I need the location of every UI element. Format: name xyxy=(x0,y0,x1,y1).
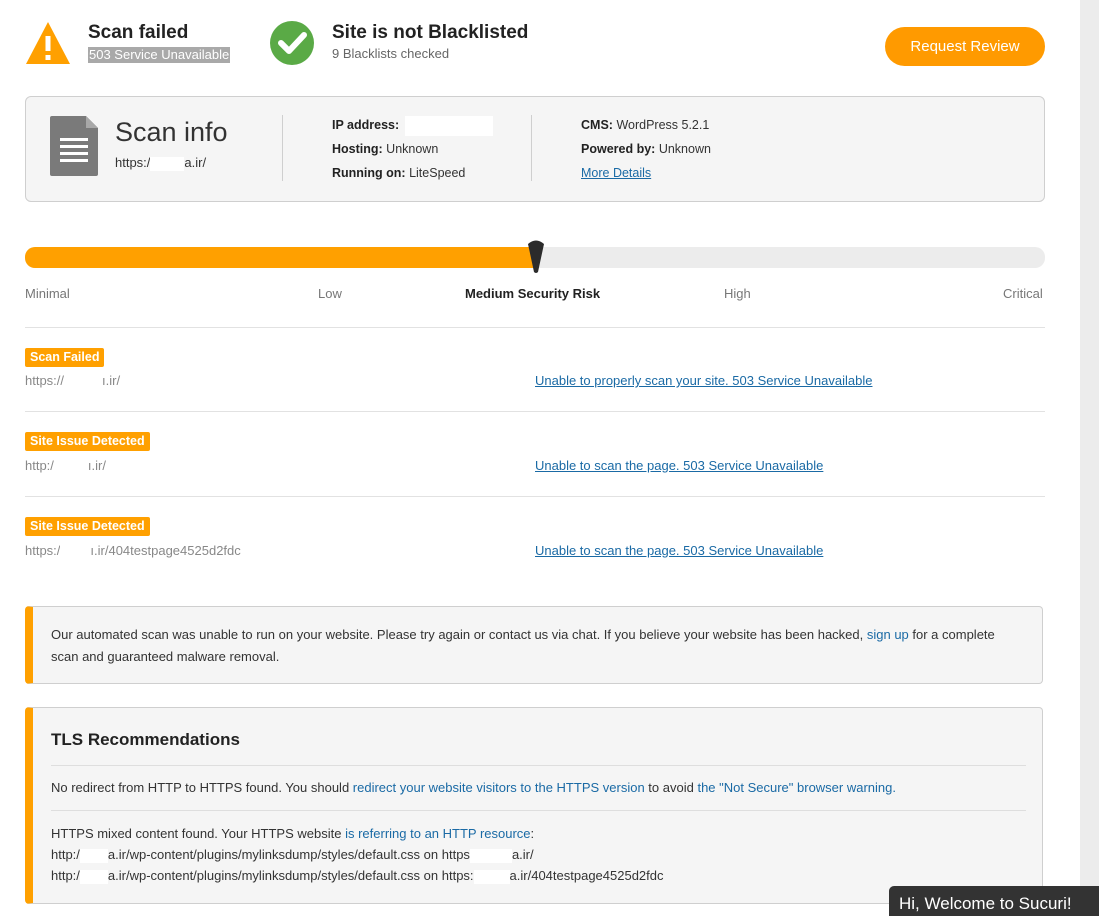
redaction xyxy=(404,115,493,136)
status-header: Scan failed 503 Service Unavailable Site… xyxy=(25,20,1045,70)
risk-label-minimal: Minimal xyxy=(25,286,70,301)
issue-url-suffix: ı.ir/404testpage4525d2fdc xyxy=(90,543,241,558)
issue-url-prefix: http:/ xyxy=(25,458,54,473)
url-suffix: a.ir/ xyxy=(184,155,207,170)
issue-badge: Site Issue Detected xyxy=(25,432,150,451)
cms-value: WordPress 5.2.1 xyxy=(616,118,710,132)
more-details-link[interactable]: More Details xyxy=(581,166,651,180)
scan-info-title: Scan info xyxy=(115,117,228,147)
hosting-label: Hosting: xyxy=(332,142,383,156)
tls-text: HTTPS mixed content found. Your HTTPS we… xyxy=(51,826,346,841)
scan-info-card: Scan info https:/ a.ir/ IP address: Hosti… xyxy=(25,96,1045,202)
powered-by-value: Unknown xyxy=(658,142,711,156)
divider xyxy=(531,115,532,181)
issue-badge: Site Issue Detected xyxy=(25,517,150,536)
document-icon xyxy=(50,116,98,176)
http-resource-link[interactable]: is referring to an HTTP resource xyxy=(345,826,530,841)
running-on-value: LiteSpeed xyxy=(409,166,466,180)
tls-text: : xyxy=(530,826,535,841)
risk-label-high: High xyxy=(724,286,751,301)
cms-label: CMS: xyxy=(581,118,613,132)
issue-badge: Scan Failed xyxy=(25,348,105,367)
issue-message-link[interactable]: Unable to scan the page. 503 Service Una… xyxy=(535,543,823,558)
tls-recommendations-box: TLS Recommendations No redirect from HTT… xyxy=(25,707,1043,904)
cms-info: CMS: WordPress 5.2.1 Powered by: Unknown… xyxy=(581,113,711,185)
warning-icon xyxy=(26,22,70,64)
issue-url-suffix: ı.ir/ xyxy=(87,458,106,473)
mixed-resource-row: http:/ a.ir/wp-content/plugins/mylinksdum… xyxy=(51,868,664,884)
divider xyxy=(51,810,1026,811)
redaction xyxy=(53,459,88,474)
mixed-resource-row: http:/ a.ir/wp-content/plugins/mylinksdum… xyxy=(51,847,534,863)
divider xyxy=(25,327,1045,328)
resource-text: http:/ xyxy=(51,868,80,883)
divider xyxy=(25,411,1045,412)
redaction xyxy=(150,156,185,171)
risk-meter-fill xyxy=(25,247,536,268)
resource-text: a.ir/404testpage4525d2fdc xyxy=(509,868,664,883)
chat-widget[interactable]: Hi, Welcome to Sucuri! xyxy=(889,886,1099,916)
sign-up-link[interactable]: sign up xyxy=(867,627,909,642)
resource-text: a.ir/ xyxy=(511,847,534,862)
not-secure-warning-link[interactable]: the "Not Secure" browser warning. xyxy=(697,780,896,795)
scan-status-title: Scan failed xyxy=(88,22,189,43)
tls-text: No redirect from HTTP to HTTPS found. Yo… xyxy=(51,780,353,795)
tls-text: to avoid xyxy=(644,780,698,795)
server-info: IP address: Hosting: Unknown Running on:… xyxy=(332,113,493,185)
issue-url-prefix: https:// xyxy=(25,373,65,388)
tls-mixed-content-text: HTTPS mixed content found. Your HTTPS we… xyxy=(51,826,534,841)
divider xyxy=(25,496,1045,497)
request-review-button[interactable]: Request Review xyxy=(885,27,1045,66)
resource-text: a.ir/wp-content/plugins/mylinksdump/styl… xyxy=(107,868,474,883)
issue-url: https:// ı.ir/ xyxy=(25,373,120,389)
scan-status-subtitle: 503 Service Unavailable xyxy=(88,47,231,63)
issue-message-link[interactable]: Unable to properly scan your site. 503 S… xyxy=(535,373,872,388)
issue-url: http:/ ı.ir/ xyxy=(25,458,106,474)
hosting-value: Unknown xyxy=(386,142,439,156)
scan-status: Scan failed 503 Service Unavailable xyxy=(25,20,231,66)
blacklist-status: Site is not Blacklisted 9 Blacklists che… xyxy=(269,20,528,66)
check-circle-icon xyxy=(270,21,314,65)
alert-text-before: Our automated scan was unable to run on … xyxy=(51,627,867,642)
redaction xyxy=(473,869,510,884)
risk-needle-icon xyxy=(528,240,544,273)
alert-text: Our automated scan was unable to run on … xyxy=(51,624,1001,668)
ip-label: IP address: xyxy=(332,118,400,132)
divider xyxy=(51,765,1026,766)
url-prefix: https:/ xyxy=(115,155,151,170)
scan-alert-box: Our automated scan was unable to run on … xyxy=(25,606,1043,684)
issue-message-link[interactable]: Unable to scan the page. 503 Service Una… xyxy=(535,458,823,473)
resource-text: http:/ xyxy=(51,847,80,862)
tls-redirect-text: No redirect from HTTP to HTTPS found. Yo… xyxy=(51,780,896,795)
redirect-https-link[interactable]: redirect your website visitors to the HT… xyxy=(353,780,645,795)
issue-url-prefix: https:/ xyxy=(25,543,61,558)
risk-label-low: Low xyxy=(318,286,342,301)
powered-by-label: Powered by: xyxy=(581,142,656,156)
blacklist-status-subtitle: 9 Blacklists checked xyxy=(332,46,450,61)
redaction xyxy=(469,848,512,863)
tls-title: TLS Recommendations xyxy=(51,730,240,749)
redaction xyxy=(79,869,108,884)
issue-url-suffix: ı.ir/ xyxy=(102,373,121,388)
scan-info-url: https:/ a.ir/ xyxy=(115,155,206,171)
redaction xyxy=(79,848,108,863)
risk-label-critical: Critical xyxy=(1003,286,1043,301)
blacklist-status-title: Site is not Blacklisted xyxy=(332,22,529,43)
redaction xyxy=(64,374,103,389)
issue-url: https:/ ı.ir/404testpage4525d2fdc xyxy=(25,543,241,559)
risk-label-medium: Medium Security Risk xyxy=(465,286,601,301)
right-scrollbar[interactable] xyxy=(1080,0,1099,907)
resource-text: a.ir/wp-content/plugins/mylinksdump/styl… xyxy=(107,847,470,862)
running-on-label: Running on: xyxy=(332,166,406,180)
redaction xyxy=(60,544,91,559)
divider xyxy=(282,115,283,181)
